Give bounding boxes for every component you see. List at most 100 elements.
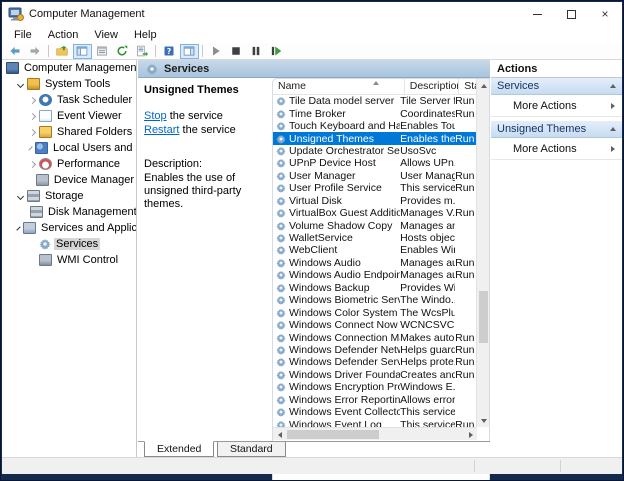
- menu-view[interactable]: View: [86, 28, 126, 42]
- column-header-name[interactable]: Name: [273, 79, 405, 94]
- chevron-right-icon[interactable]: [28, 112, 37, 120]
- actions-section-header-services[interactable]: Services: [491, 78, 622, 95]
- toolbar-properties-button[interactable]: [93, 44, 112, 59]
- collapse-section-icon[interactable]: [610, 127, 616, 131]
- chevron-right-icon[interactable]: [28, 128, 37, 136]
- chevron-down-icon[interactable]: [16, 192, 25, 200]
- tree-item-shared-folders[interactable]: Shared Folders: [2, 124, 136, 140]
- toolbar-up-folder-button[interactable]: [53, 44, 72, 59]
- chevron-right-icon[interactable]: [28, 160, 37, 168]
- maximize-button[interactable]: [554, 2, 588, 26]
- service-row[interactable]: Windows Error Reporting Se...Allows erro…: [273, 394, 477, 406]
- restart-service-link[interactable]: Restart: [144, 124, 179, 136]
- chevron-right-icon[interactable]: [28, 96, 37, 104]
- service-row[interactable]: Windows Event Log This service Run: [273, 418, 477, 427]
- close-button[interactable]: ×: [588, 2, 622, 26]
- status-bar-divider: [560, 460, 561, 472]
- service-row[interactable]: Time Broker Coordinates...Run: [273, 107, 477, 120]
- tree-item-services[interactable]: Services: [2, 236, 136, 252]
- more-actions-item[interactable]: More Actions: [491, 138, 622, 160]
- toolbar-pause-service-button[interactable]: [247, 44, 266, 59]
- toolbar-show-action-pane-button[interactable]: [179, 43, 199, 59]
- toolbar-help-button[interactable]: ?: [160, 44, 179, 59]
- toolbar-restart-service-button[interactable]: [267, 44, 286, 59]
- service-row[interactable]: Touch Keyboard and Hand...Enables Tou...: [273, 120, 477, 132]
- toolbar-forward-button[interactable]: [26, 44, 45, 59]
- tab-extended[interactable]: Extended: [143, 441, 215, 457]
- toolbar-start-service-button[interactable]: [207, 44, 226, 59]
- tree-item-task-scheduler[interactable]: Task Scheduler: [2, 92, 136, 108]
- menu-action[interactable]: Action: [40, 28, 87, 42]
- menu-file[interactable]: File: [6, 28, 40, 42]
- service-row[interactable]: Windows Backup Provides Wi...: [273, 282, 477, 294]
- service-row[interactable]: Windows Color SystemThe WcsPlu...: [273, 306, 477, 319]
- service-row[interactable]: WebClient Enables Win...: [273, 244, 477, 256]
- service-gear-icon: [276, 146, 286, 156]
- scroll-right-button[interactable]: [464, 428, 477, 441]
- tree-item-system-tools[interactable]: System Tools: [2, 76, 136, 92]
- description-text: Enables the use of unsigned third-party …: [144, 172, 242, 210]
- service-row[interactable]: Unsigned Themes Enables the ...Run: [273, 132, 477, 145]
- service-row[interactable]: User Manager User Manag...Run: [273, 170, 477, 182]
- stop-service-icon: [230, 45, 242, 57]
- tree-item-wmi-control[interactable]: WMI Control: [2, 252, 136, 268]
- scroll-down-button[interactable]: [477, 414, 489, 427]
- collapse-section-icon[interactable]: [610, 84, 616, 88]
- service-row[interactable]: Windows Event CollectorThis service ...: [273, 406, 477, 418]
- minimize-button[interactable]: [520, 2, 554, 26]
- toolbar-refresh-button[interactable]: [113, 44, 132, 59]
- service-row[interactable]: UPnP Device Host Allows UPn...: [273, 157, 477, 169]
- service-row[interactable]: VirtualBox Guest Additions ...Manages V.…: [273, 207, 477, 219]
- service-name: Unsigned Themes: [289, 132, 375, 145]
- tree-item-local-users-and-groups[interactable]: Local Users and Groups: [2, 140, 136, 156]
- service-description: WCNCSVC ...: [400, 319, 455, 332]
- vertical-scrollbar[interactable]: [476, 79, 489, 427]
- service-row[interactable]: Volume Shadow Copy Manages an...: [273, 219, 477, 232]
- tree-item-event-viewer[interactable]: Event Viewer: [2, 108, 136, 124]
- service-row[interactable]: Windows Connect Now - C...WCNCSVC ...: [273, 319, 477, 331]
- service-gear-icon: [276, 333, 286, 343]
- service-gear-icon: [276, 395, 286, 405]
- chevron-right-icon[interactable]: [28, 145, 33, 151]
- horizontal-scrollbar[interactable]: [273, 427, 477, 440]
- tab-standard[interactable]: Standard: [217, 442, 287, 457]
- service-description: Hosts objec...: [400, 232, 455, 245]
- actions-section-header-unsigned-themes[interactable]: Unsigned Themes: [491, 121, 622, 138]
- tree-item-device-manager[interactable]: Device Manager: [2, 172, 136, 188]
- toolbar-back-button[interactable]: [6, 44, 25, 59]
- column-header-description[interactable]: Description: [405, 79, 460, 94]
- service-row[interactable]: Windows Driver Foundation...Creates and.…: [273, 369, 477, 381]
- service-row[interactable]: User Profile Service This service ...Run: [273, 182, 477, 194]
- chevron-down-icon[interactable]: [16, 225, 21, 231]
- tree-item-services-and-applications[interactable]: Services and Applications: [2, 220, 136, 236]
- scroll-up-button[interactable]: [477, 79, 489, 92]
- service-row[interactable]: Update Orchestrator ServiceUsoSvc: [273, 145, 477, 157]
- scroll-left-button[interactable]: [273, 428, 286, 441]
- service-row[interactable]: Virtual Disk Provides m...: [273, 195, 477, 207]
- tree-item-disk-management[interactable]: Disk Management: [2, 204, 136, 220]
- service-row[interactable]: Windows Audio Manages au...Run: [273, 257, 477, 269]
- horizontal-scroll-thumb[interactable]: [287, 430, 379, 439]
- service-row[interactable]: Windows Defender ServiceHelps prote...Ru…: [273, 356, 477, 368]
- service-row[interactable]: WalletService Hosts objec...: [273, 232, 477, 244]
- menu-help[interactable]: Help: [126, 28, 165, 42]
- toolbar-stop-service-button[interactable]: [227, 44, 246, 59]
- toolbar-export-list-button[interactable]: [133, 44, 152, 59]
- service-name: Windows Color System: [289, 306, 398, 319]
- tree-item-storage[interactable]: Storage: [2, 188, 136, 204]
- service-row[interactable]: Windows Encryption Provid...Windows E...: [273, 381, 477, 393]
- service-row[interactable]: Windows Audio Endpoint B...Manages au...…: [273, 269, 477, 281]
- chevron-down-icon[interactable]: [16, 80, 25, 88]
- service-row[interactable]: Windows Biometric ServiceThe Windo...: [273, 294, 477, 306]
- toolbar-show-console-tree-button[interactable]: [72, 43, 92, 59]
- service-row[interactable]: Tile Data model server Tile Server f...Ru…: [273, 95, 477, 107]
- tree-item-performance[interactable]: Performance: [2, 156, 136, 172]
- services-list: Name Description Status Tile Data model …: [272, 78, 490, 481]
- service-row[interactable]: Windows Connection Mana...Makes auto...R…: [273, 331, 477, 344]
- tree-item-computer-management-local[interactable]: Computer Management (Local: [2, 60, 136, 76]
- service-status: Run: [455, 368, 475, 381]
- service-row[interactable]: Windows Defender Networ...Helps guard...…: [273, 344, 477, 356]
- vertical-scroll-thumb[interactable]: [479, 291, 488, 343]
- more-actions-item[interactable]: More Actions: [491, 95, 622, 117]
- stop-service-link[interactable]: Stop: [144, 110, 167, 122]
